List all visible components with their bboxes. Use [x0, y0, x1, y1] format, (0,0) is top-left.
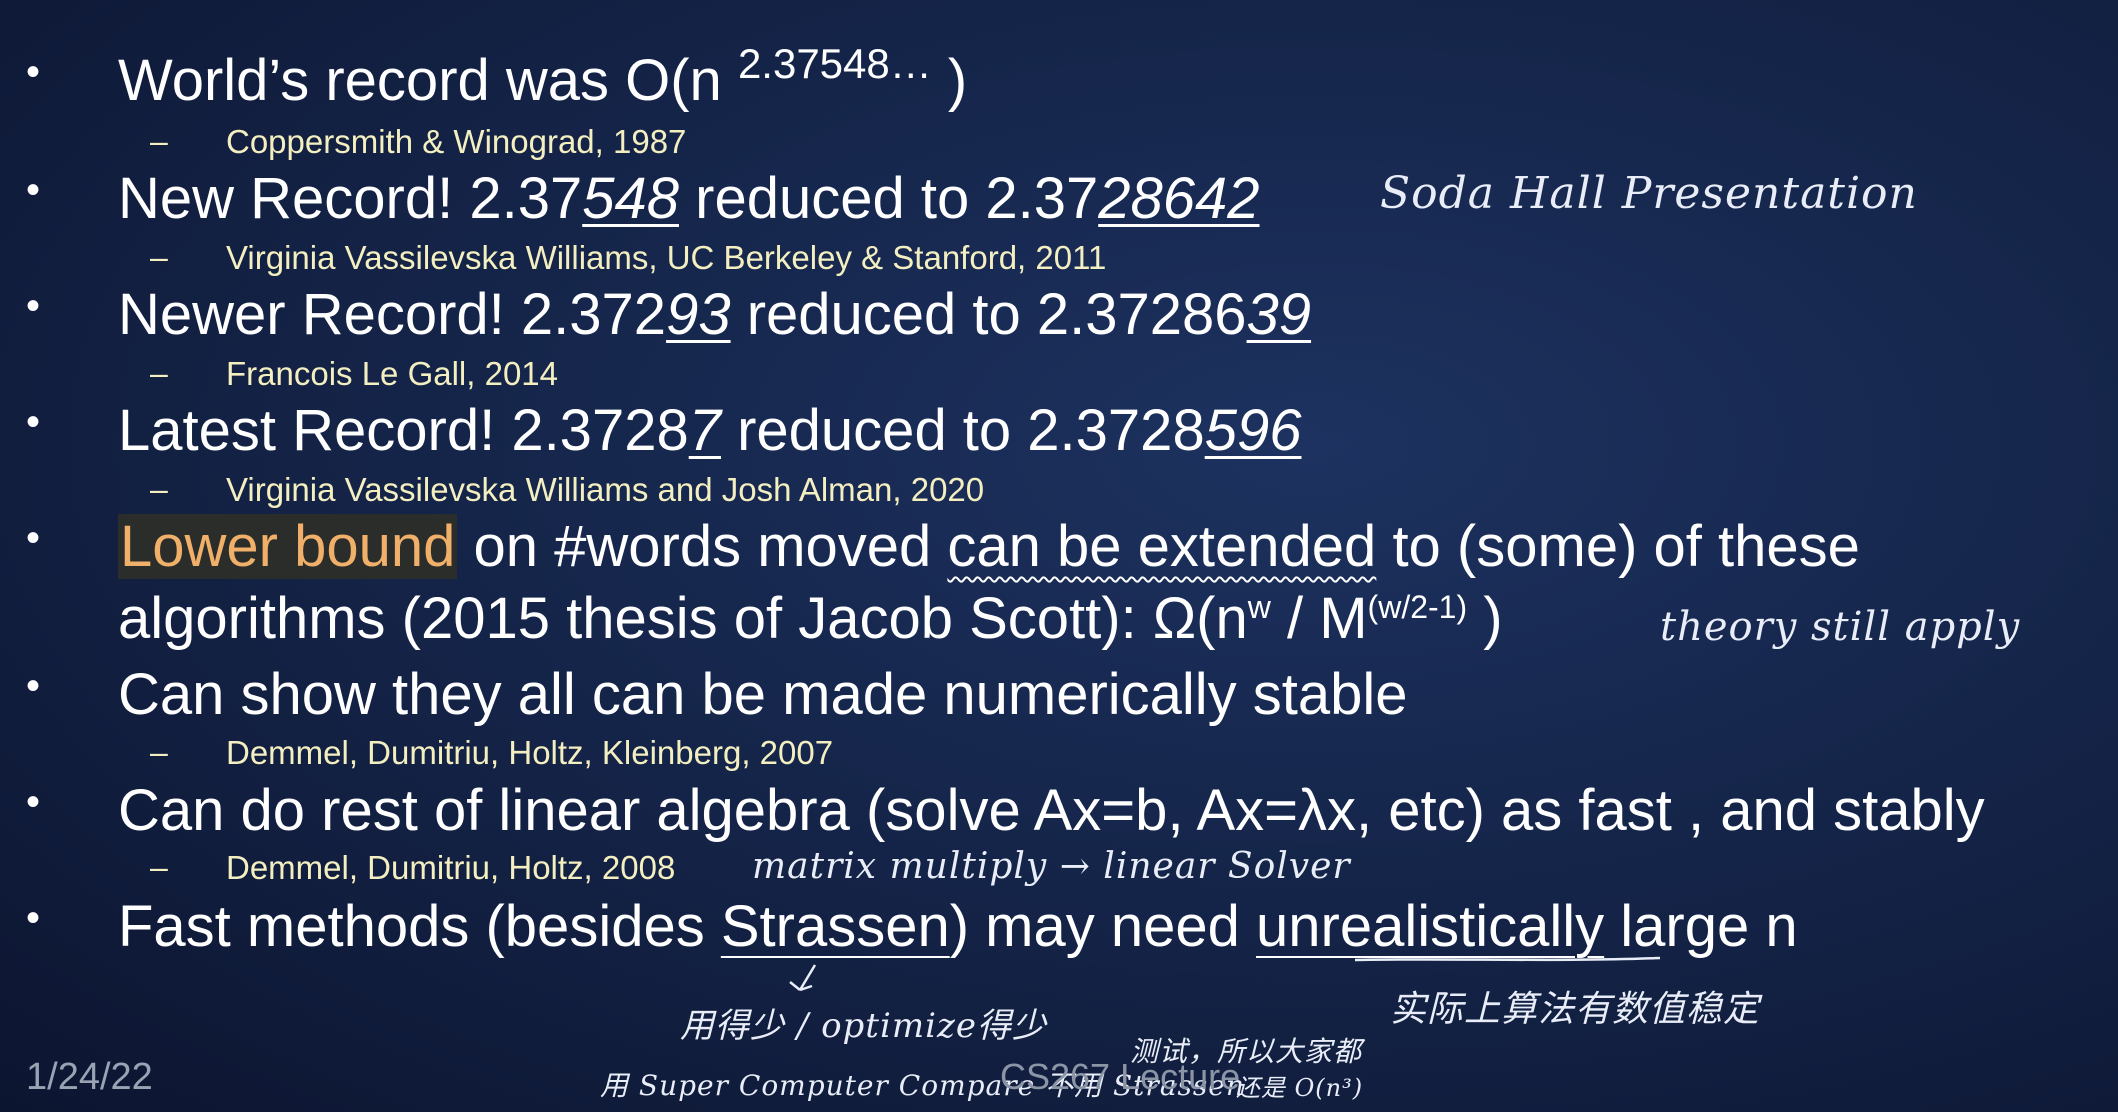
- unrealistically-double-underline: [1354, 956, 1661, 962]
- strassen-arrow-icon: [789, 964, 817, 992]
- ink-strokes: [789, 956, 1661, 992]
- footer-title: CS267 Lecture: [1000, 1056, 1241, 1097]
- footer-date: 1/24/22: [26, 1056, 153, 1098]
- slide: • World’s record was O(n 2.37548… ) – Co…: [0, 0, 2118, 1112]
